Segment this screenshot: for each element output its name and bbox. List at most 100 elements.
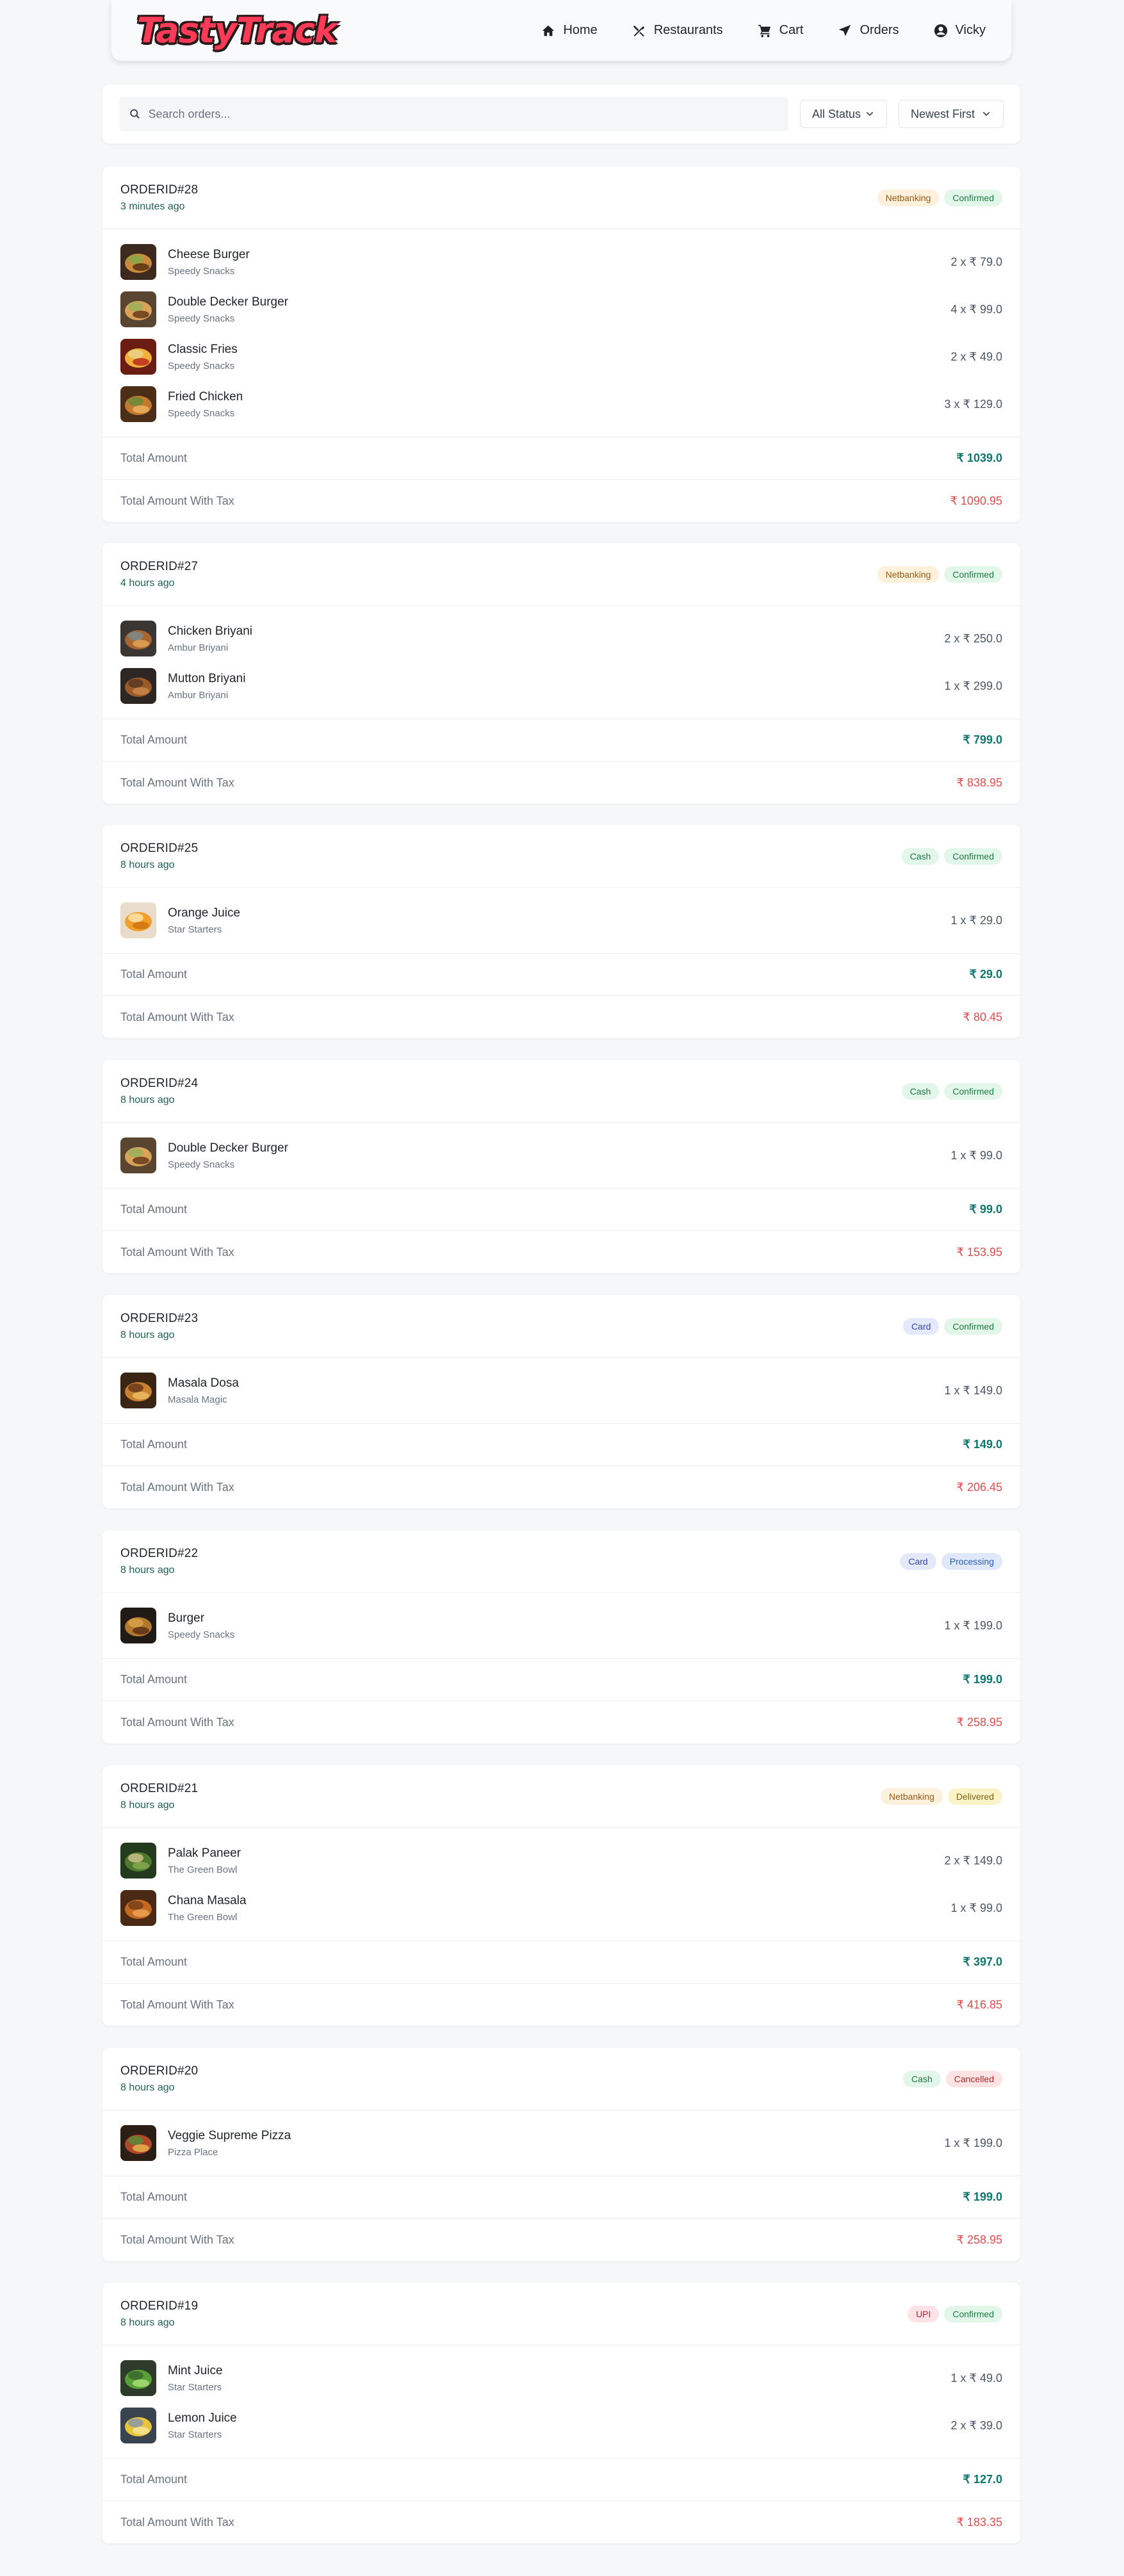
- order-item: Cheese Burger Speedy Snacks 2 x ₹ 79.0: [120, 238, 1002, 286]
- order-time: 8 hours ago: [120, 1094, 175, 1105]
- nav-cart-link[interactable]: Cart: [758, 23, 804, 38]
- sort-value: Newest First: [911, 107, 975, 120]
- total-amount-label: Total Amount: [120, 968, 188, 981]
- order-item: Orange Juice Star Starters 1 x ₹ 29.0: [120, 897, 1002, 944]
- order-item-text: Palak Paneer The Green Bowl: [168, 1846, 241, 1875]
- total-amount-value: ₹ 1039.0: [956, 452, 1002, 464]
- total-amount-label: Total Amount: [120, 2473, 188, 2486]
- sort-select[interactable]: Newest First: [899, 100, 1004, 128]
- search-box[interactable]: [119, 97, 788, 131]
- total-amount-value: ₹ 199.0: [963, 2190, 1003, 2203]
- order-card: ORDERID#20 8 hours ago Cash Cancelled Ve…: [102, 2048, 1020, 2261]
- total-tax-row: Total Amount With Tax ₹ 80.45: [102, 996, 1020, 1038]
- status-badge: Delivered: [947, 1788, 1002, 1805]
- status-badge: Confirmed: [944, 189, 1002, 206]
- total-tax-label: Total Amount With Tax: [120, 2515, 234, 2529]
- item-restaurant: Star Starters: [168, 2429, 222, 2440]
- order-time: 8 hours ago: [120, 2317, 175, 2328]
- food-thumbnail: [120, 621, 156, 656]
- order-item-text: Fried Chicken Speedy Snacks: [168, 390, 243, 419]
- order-card: ORDERID#28 3 minutes ago Netbanking Conf…: [102, 167, 1020, 522]
- order-id: ORDERID#22: [120, 1546, 199, 1560]
- item-restaurant: Masala Magic: [168, 1394, 227, 1405]
- payment-badge: Card: [900, 1553, 936, 1570]
- order-item-info: Cheese Burger Speedy Snacks: [120, 244, 250, 280]
- order-item: Classic Fries Speedy Snacks 2 x ₹ 49.0: [120, 333, 1002, 380]
- order-badges: Cash Confirmed: [901, 847, 1002, 865]
- status-badge: Confirmed: [944, 1082, 1002, 1100]
- order-item-text: Chana Masala The Green Bowl: [168, 1894, 247, 1923]
- item-restaurant: Speedy Snacks: [168, 313, 235, 324]
- item-quantity-price: 1 x ₹ 99.0: [950, 1148, 1003, 1162]
- order-item-info: Palak Paneer The Green Bowl: [120, 1843, 241, 1879]
- order-header: ORDERID#19 8 hours ago UPI Confirmed: [102, 2283, 1020, 2345]
- chevron-down-icon: [982, 111, 990, 117]
- total-amount-row: Total Amount ₹ 1039.0: [102, 437, 1020, 480]
- item-quantity-price: 1 x ₹ 299.0: [944, 679, 1002, 692]
- total-tax-value: ₹ 258.95: [956, 2233, 1002, 2246]
- food-thumbnail: [120, 902, 156, 938]
- total-tax-label: Total Amount With Tax: [120, 2233, 234, 2246]
- food-thumbnail: [120, 1137, 156, 1173]
- order-meta: ORDERID#24 8 hours ago: [120, 1077, 198, 1106]
- item-quantity-price: 1 x ₹ 199.0: [944, 1618, 1002, 1632]
- order-meta: ORDERID#20 8 hours ago: [120, 2064, 198, 2094]
- total-tax-label: Total Amount With Tax: [120, 494, 234, 507]
- total-tax-value: ₹ 80.45: [963, 1010, 1003, 1023]
- order-item-info: Veggie Supreme Pizza Pizza Place: [120, 2125, 291, 2161]
- order-badges: Cash Cancelled: [903, 2070, 1002, 2087]
- chevron-down-icon: [866, 111, 874, 117]
- order-item-info: Mint Juice Star Starters: [120, 2360, 223, 2396]
- nav-user-link[interactable]: Vicky: [934, 23, 986, 38]
- home-icon: [542, 25, 555, 36]
- logo[interactable]: TastyTrack: [137, 13, 338, 48]
- status-filter-select[interactable]: All Status: [800, 100, 887, 128]
- total-amount-row: Total Amount ₹ 99.0: [102, 1189, 1020, 1231]
- total-tax-row: Total Amount With Tax ₹ 183.35: [102, 2501, 1020, 2543]
- order-item-text: Mint Juice Star Starters: [168, 2364, 223, 2393]
- order-badges: Card Confirmed: [903, 1317, 1002, 1335]
- status-badge: Confirmed: [944, 2305, 1002, 2322]
- total-tax-row: Total Amount With Tax ₹ 416.85: [102, 1984, 1020, 2026]
- user-icon: [934, 24, 947, 37]
- item-name: Orange Juice: [168, 906, 241, 920]
- nav-cart-label: Cart: [779, 23, 804, 37]
- item-restaurant: The Green Bowl: [168, 1864, 238, 1875]
- total-amount-row: Total Amount ₹ 397.0: [102, 1941, 1020, 1984]
- item-quantity-price: 1 x ₹ 149.0: [944, 1383, 1002, 1397]
- total-tax-row: Total Amount With Tax ₹ 838.95: [102, 762, 1020, 804]
- total-amount-label: Total Amount: [120, 452, 188, 464]
- food-thumbnail: [120, 244, 156, 280]
- nav-home-link[interactable]: Home: [541, 23, 598, 38]
- order-item-text: Classic Fries Speedy Snacks: [168, 343, 238, 371]
- total-amount-row: Total Amount ₹ 199.0: [102, 1659, 1020, 1701]
- order-header: ORDERID#25 8 hours ago Cash Confirmed: [102, 825, 1020, 888]
- search-input[interactable]: [148, 107, 778, 121]
- total-amount-row: Total Amount ₹ 799.0: [102, 719, 1020, 762]
- item-name: Fried Chicken: [168, 389, 243, 404]
- item-quantity-price: 2 x ₹ 49.0: [950, 350, 1003, 363]
- payment-badge: Netbanking: [881, 1788, 943, 1805]
- order-id: ORDERID#23: [120, 1311, 199, 1325]
- total-tax-value: ₹ 416.85: [956, 1998, 1002, 2011]
- order-card: ORDERID#25 8 hours ago Cash Confirmed Or…: [102, 825, 1020, 1038]
- item-restaurant: The Green Bowl: [168, 1911, 238, 1923]
- item-quantity-price: 1 x ₹ 49.0: [950, 2371, 1003, 2384]
- total-amount-label: Total Amount: [120, 1203, 188, 1216]
- order-item-text: Double Decker Burger Speedy Snacks: [168, 1141, 288, 1170]
- total-amount-row: Total Amount ₹ 199.0: [102, 2176, 1020, 2219]
- nav-user-label: Vicky: [955, 23, 986, 37]
- nav-orders-link[interactable]: Orders: [838, 23, 899, 38]
- nav-restaurants-link[interactable]: Restaurants: [632, 23, 723, 38]
- item-name: Burger: [168, 1611, 205, 1625]
- food-thumbnail: [120, 386, 156, 422]
- order-item-info: Burger Speedy Snacks: [120, 1608, 234, 1643]
- order-items: Mint Juice Star Starters 1 x ₹ 49.0 Lemo…: [102, 2345, 1020, 2459]
- order-meta: ORDERID#19 8 hours ago: [120, 2299, 198, 2329]
- order-item-text: Orange Juice Star Starters: [168, 906, 240, 935]
- food-thumbnail: [120, 1890, 156, 1926]
- nav-home-label: Home: [563, 23, 598, 37]
- order-id: ORDERID#24: [120, 1076, 199, 1090]
- order-card: ORDERID#24 8 hours ago Cash Confirmed Do…: [102, 1060, 1020, 1273]
- order-item-text: Masala Dosa Masala Magic: [168, 1376, 239, 1405]
